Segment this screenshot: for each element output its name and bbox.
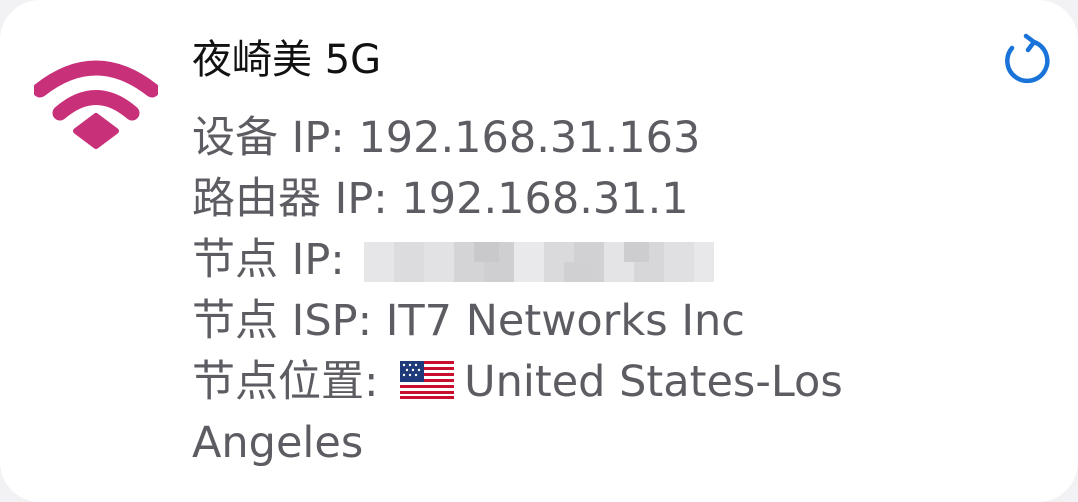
us-flag-icon [400, 361, 455, 399]
network-details: 设备 IP: 192.168.31.163 路由器 IP: 192.168.31… [192, 108, 952, 474]
network-info-card: 夜崎美 5G 设备 IP: 192.168.31.163 路由器 IP: 192… [0, 0, 1078, 502]
node-isp-label: 节点 ISP: [192, 296, 386, 346]
wifi-icon [34, 60, 158, 149]
redacted-ip-blur [364, 242, 715, 282]
network-name: 夜崎美 5G [192, 37, 382, 83]
router-ip-label: 路由器 IP: [192, 174, 402, 224]
node-isp-row: 节点 ISP: IT7 Networks Inc [192, 291, 952, 352]
node-ip-label: 节点 IP: [192, 235, 359, 285]
device-ip-label: 设备 IP: [192, 113, 359, 163]
node-ip-row: 节点 IP: [192, 230, 952, 291]
router-ip-row: 路由器 IP: 192.168.31.1 [192, 169, 952, 230]
device-ip-value: 192.168.31.163 [358, 113, 701, 163]
node-location-label: 节点位置: [192, 357, 393, 407]
router-ip-value: 192.168.31.1 [401, 174, 689, 224]
node-location-row: 节点位置: United States-Los Angeles [192, 352, 952, 474]
device-ip-row: 设备 IP: 192.168.31.163 [192, 108, 952, 169]
node-isp-value: IT7 Networks Inc [385, 296, 745, 346]
refresh-icon[interactable] [998, 32, 1054, 92]
